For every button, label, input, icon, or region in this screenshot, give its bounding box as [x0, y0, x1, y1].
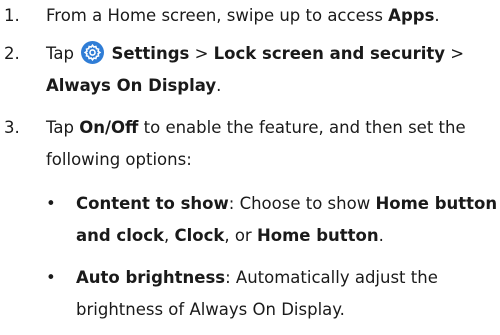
- auto-brightness-term: Auto brightness: [76, 268, 226, 287]
- option-text: Auto brightness: Automatically adjust th…: [76, 262, 500, 326]
- step-number: 1.: [4, 6, 20, 25]
- bullet-marker: •: [46, 194, 56, 213]
- step-1-end: .: [434, 6, 440, 25]
- step-2-end: .: [216, 76, 222, 95]
- step-text: Tap On/Off to enable the feature, and th…: [46, 112, 498, 176]
- step-2-tap: Tap: [46, 44, 80, 63]
- lock-screen-label: Lock screen and security: [213, 44, 446, 63]
- apps-label: Apps: [388, 6, 435, 25]
- step-3-tap: Tap: [46, 118, 80, 137]
- separator: >: [189, 44, 214, 63]
- on-off-label: On/Off: [79, 118, 139, 137]
- step-1-text: From a Home screen, swipe up to access: [46, 6, 389, 25]
- option-desc: : Choose to show: [228, 194, 376, 213]
- settings-gear-icon: [81, 41, 105, 64]
- bullet-marker: •: [46, 268, 56, 287]
- or-text: , or: [224, 226, 257, 245]
- option-text: Content to show: Choose to show Home but…: [76, 188, 500, 252]
- settings-label: Settings: [111, 44, 190, 63]
- clock-option: Clock: [174, 226, 225, 245]
- step-number: 2.: [4, 44, 20, 63]
- home-button-option: Home button: [256, 226, 379, 245]
- content-to-show-term: Content to show: [76, 194, 229, 213]
- step-text: From a Home screen, swipe up to access A…: [46, 0, 498, 32]
- step-number: 3.: [4, 118, 20, 137]
- always-on-display-label: Always On Display: [46, 76, 217, 95]
- step-text: Tap Settings > Lock screen and security …: [46, 38, 498, 102]
- period: .: [378, 226, 384, 245]
- separator: >: [445, 44, 465, 63]
- comma: ,: [163, 226, 175, 245]
